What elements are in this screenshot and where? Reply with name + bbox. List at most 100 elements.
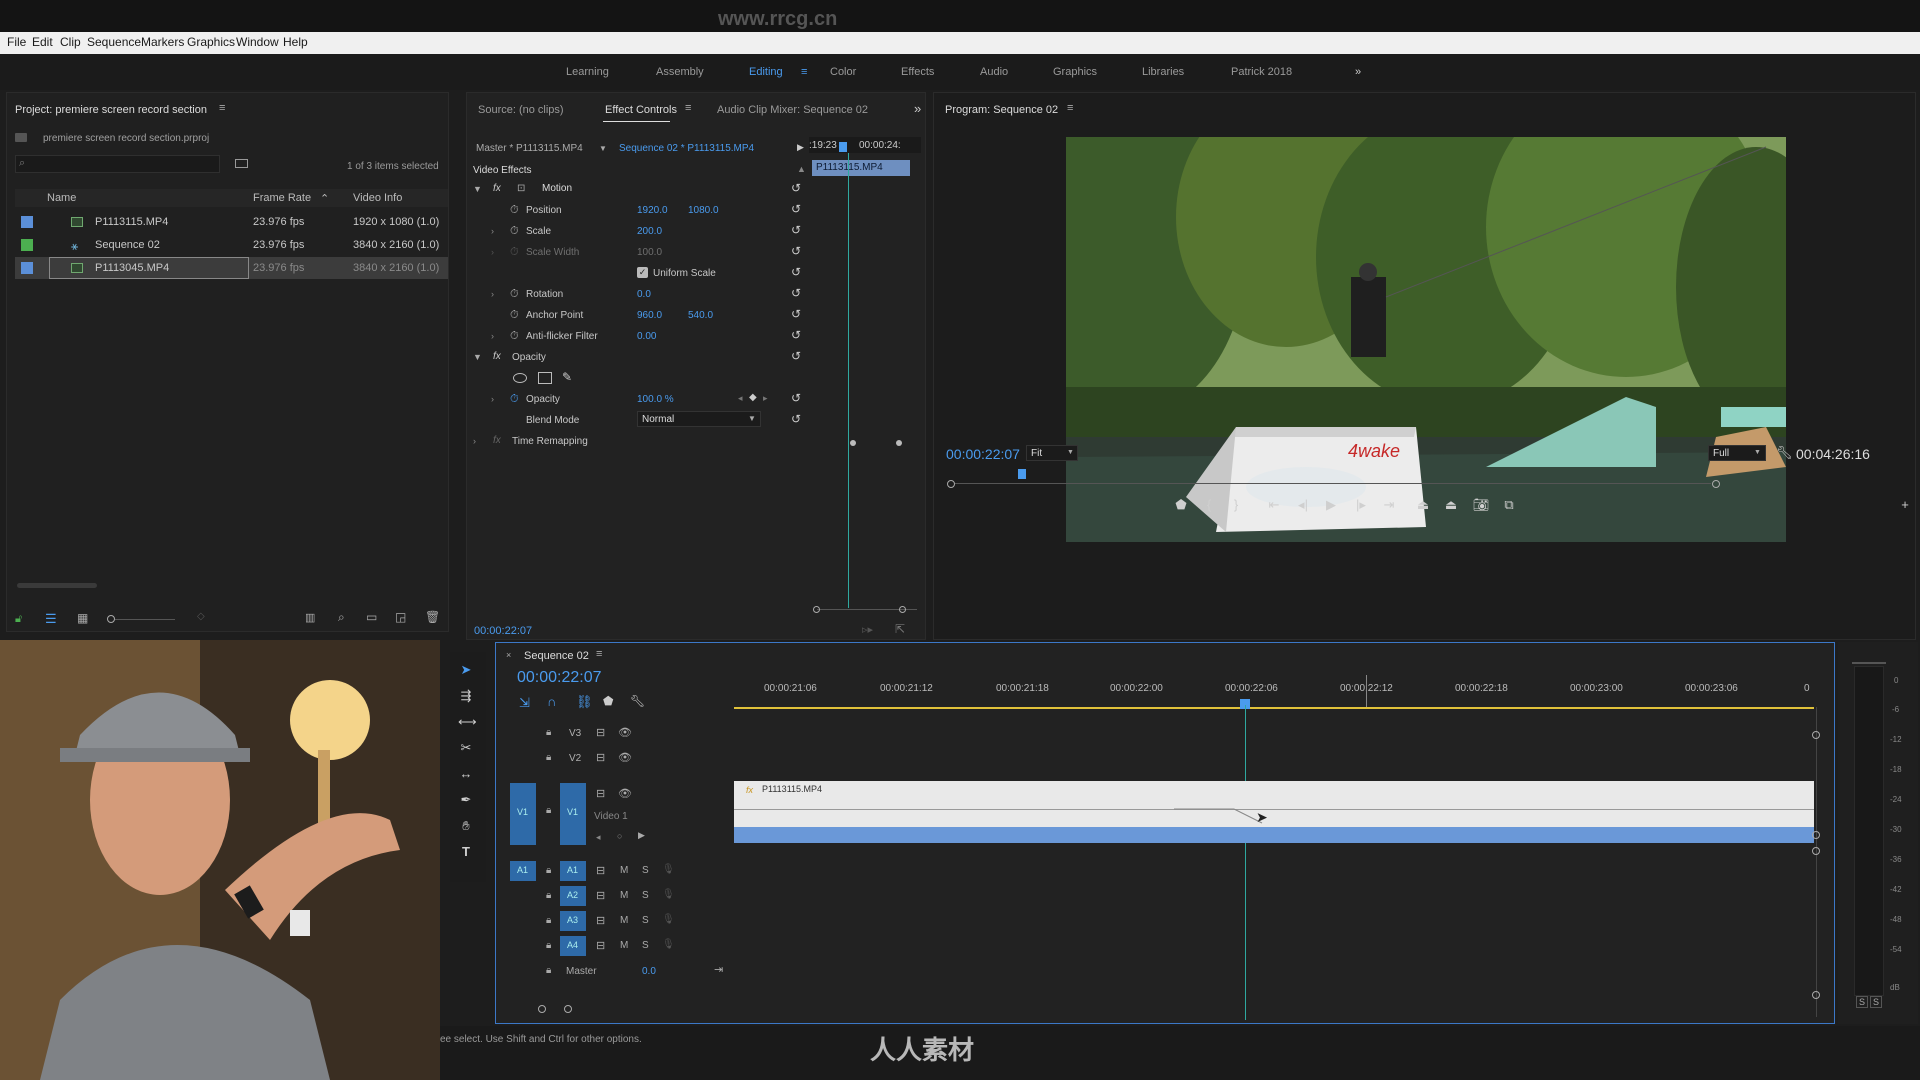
tab-audio-clip-mixer[interactable]: Audio Clip Mixer: Sequence 02 <box>717 104 868 116</box>
program-playhead[interactable] <box>1018 469 1026 479</box>
lock-icon[interactable]: 🔒︎ <box>546 940 551 951</box>
time-ruler[interactable]: 00:00:21:06 00:00:21:12 00:00:21:18 00:0… <box>734 671 1814 713</box>
track-target-a4[interactable]: A4 <box>560 936 586 956</box>
reset-icon[interactable]: ↺ <box>791 328 801 342</box>
expand-right-icon[interactable]: › <box>491 289 494 299</box>
mark-out-icon[interactable]: } <box>1227 497 1245 512</box>
sync-lock-icon[interactable]: ⊟ <box>596 889 605 902</box>
menu-help[interactable]: Help <box>283 35 308 49</box>
reset-icon[interactable]: ↺ <box>791 412 801 426</box>
hand-tool-icon[interactable]: ✋︎ <box>458 818 474 834</box>
table-row-selected[interactable]: P1113045.MP4 23.976 fps 3840 x 2160 (1.0… <box>15 257 448 279</box>
zoom-slider-track[interactable] <box>115 619 175 620</box>
blend-mode-select[interactable]: Normal ▼ <box>637 411 761 427</box>
zoom-handle[interactable] <box>564 1005 572 1013</box>
menu-sequence[interactable]: Sequence <box>87 35 141 49</box>
lift-icon[interactable]: ⏏ <box>1414 497 1432 513</box>
snap-magnet-icon[interactable]: ∩ <box>547 694 556 709</box>
keyframe-icon[interactable]: ○ <box>617 831 622 841</box>
filter-icon[interactable]: ▹▸ <box>862 623 873 636</box>
trash-icon[interactable]: 🗑︎ <box>425 610 440 624</box>
zoom-handle[interactable] <box>538 1005 546 1013</box>
menu-window[interactable]: Window <box>236 35 279 49</box>
fx-icon[interactable]: fx <box>493 183 501 194</box>
opacity-value[interactable]: 100.0 % <box>637 394 674 405</box>
zoom-handle[interactable] <box>813 606 820 613</box>
lock-icon[interactable]: 🔒︎ <box>546 915 551 926</box>
icon-view-icon[interactable]: ▦ <box>77 611 88 625</box>
video-frame[interactable]: 4wake <box>1066 137 1786 542</box>
extract-icon[interactable]: ⏏ <box>1442 497 1460 513</box>
reset-icon[interactable]: ↺ <box>791 286 801 300</box>
resolution-select[interactable]: Full ▼ <box>1708 445 1766 461</box>
column-video-info[interactable]: Video Info <box>353 192 402 204</box>
reset-icon[interactable]: ↺ <box>791 307 801 321</box>
anchor-x-value[interactable]: 960.0 <box>637 310 662 321</box>
type-tool-icon[interactable]: T <box>458 844 474 860</box>
source-patch-a1[interactable]: A1 <box>510 861 536 881</box>
expand-down-icon[interactable]: ▼ <box>473 352 482 362</box>
add-button-icon[interactable]: + <box>1896 497 1914 512</box>
collapse-up-icon[interactable]: ▲ <box>797 164 806 174</box>
sync-lock-icon[interactable]: ⊟ <box>596 864 605 877</box>
mini-timeline-ruler[interactable]: :19:23 00:00:24: <box>809 137 921 153</box>
scroll-handle[interactable] <box>1812 847 1820 855</box>
close-icon[interactable]: × <box>506 650 511 660</box>
timeline-timecode[interactable]: 00:00:22:07 <box>517 669 602 687</box>
menu-file[interactable]: File <box>7 35 26 49</box>
table-row[interactable]: P1113115.MP4 23.976 fps 1920 x 1080 (1.0… <box>15 211 448 233</box>
menu-graphics[interactable]: Graphics <box>187 35 235 49</box>
prev-keyframe-icon[interactable]: ◂ <box>738 393 743 404</box>
effect-timecode[interactable]: 00:00:22:07 <box>474 625 532 637</box>
lock-icon[interactable]: 🔒︎ <box>546 890 551 901</box>
track-label-v3[interactable]: V3 <box>569 728 581 739</box>
lock-icon[interactable]: 🔒︎ <box>546 727 551 738</box>
next-keyframe-icon[interactable]: ▶ <box>638 830 645 841</box>
source-patch-v1[interactable]: V1 <box>510 783 536 845</box>
mute-button[interactable]: M <box>620 865 628 876</box>
anchor-y-value[interactable]: 540.0 <box>688 310 713 321</box>
fx-icon[interactable]: fx <box>493 351 501 362</box>
pen-tool-icon[interactable]: ✒ <box>458 792 474 808</box>
lock-icon[interactable]: 🔒︎ <box>546 965 551 976</box>
automate-icon[interactable]: ▥ <box>305 611 315 624</box>
project-search-input[interactable]: ⌕ <box>15 155 220 173</box>
mute-button[interactable]: M <box>620 915 628 926</box>
sync-lock-icon[interactable]: ⊟ <box>596 751 605 764</box>
tab-source[interactable]: Source: (no clips) <box>478 104 564 116</box>
expand-right-icon[interactable]: › <box>473 436 476 446</box>
voiceover-mic-icon[interactable]: 🎙︎ <box>662 939 675 950</box>
reset-icon[interactable]: ↺ <box>791 349 801 363</box>
reset-icon[interactable]: ↺ <box>791 265 801 279</box>
track-target-v1[interactable]: V1 <box>560 783 586 845</box>
scale-value[interactable]: 200.0 <box>637 226 662 237</box>
sequence-clip-label[interactable]: Sequence 02 * P1113115.MP4 <box>619 143 754 154</box>
sync-lock-icon[interactable]: ⊟ <box>596 787 605 800</box>
uniform-scale-checkbox[interactable]: ✓ <box>637 267 648 278</box>
stopwatch-icon[interactable]: ⏱︎ <box>510 330 519 343</box>
video-clip[interactable]: fx P1113115.MP4 ➤ <box>734 781 1814 843</box>
reset-icon[interactable]: ↺ <box>791 244 801 258</box>
panel-menu-icon[interactable]: ≡ <box>596 648 602 660</box>
opacity-rubber-band[interactable] <box>734 809 1814 810</box>
expand-right-icon[interactable]: › <box>491 394 494 404</box>
sort-up-icon[interactable]: ⌃ <box>320 192 329 205</box>
export-frame-icon[interactable]: 📷︎ <box>1472 497 1490 513</box>
expand-right-icon[interactable]: › <box>491 331 494 341</box>
new-bin-icon[interactable]: ▭ <box>366 610 377 624</box>
table-row[interactable]: ⚹ Sequence 02 23.976 fps 3840 x 2160 (1.… <box>15 234 448 256</box>
stopwatch-icon[interactable]: ⏱︎ <box>510 309 519 322</box>
scrub-start-handle[interactable] <box>947 480 955 488</box>
go-to-end-icon[interactable]: ⇥ <box>714 963 723 976</box>
solo-button[interactable]: S <box>642 890 649 901</box>
ellipse-mask-icon[interactable] <box>513 373 527 383</box>
razor-tool-icon[interactable]: ✂ <box>458 740 474 756</box>
track-target-a1[interactable]: A1 <box>560 861 586 881</box>
master-volume-value[interactable]: 0.0 <box>642 966 656 977</box>
reset-icon[interactable]: ↺ <box>791 202 801 216</box>
slip-tool-icon[interactable]: ↔ <box>458 766 474 782</box>
workspace-color[interactable]: Color <box>830 66 856 78</box>
ripple-edit-tool-icon[interactable]: ⟷ <box>458 714 477 730</box>
add-keyframe-icon[interactable]: ◆ <box>749 392 757 403</box>
scrub-end-handle[interactable] <box>1712 480 1720 488</box>
